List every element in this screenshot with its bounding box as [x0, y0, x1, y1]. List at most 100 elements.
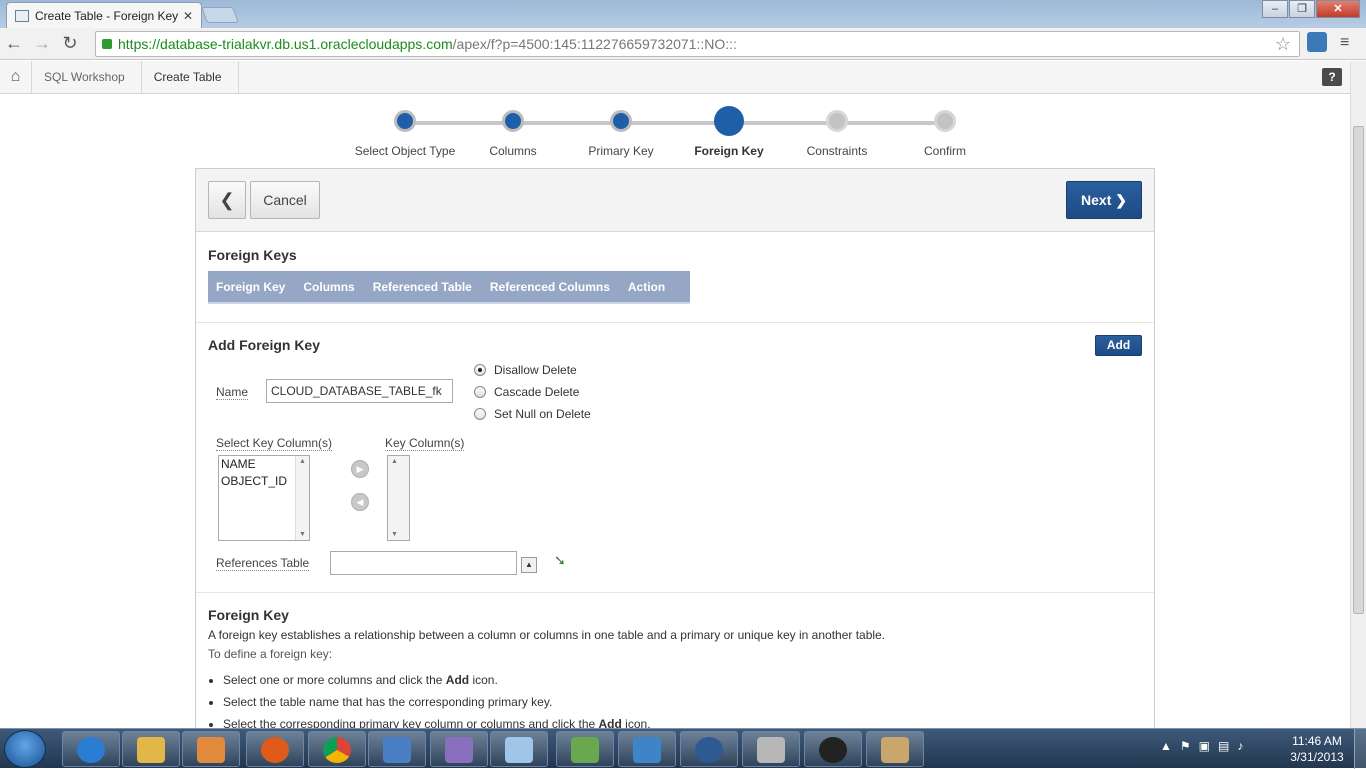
minimize-icon[interactable]: – — [1262, 0, 1288, 18]
column-header-foreign-key: Foreign Key — [216, 279, 286, 294]
home-icon[interactable]: ⌂ — [0, 60, 32, 94]
tray-expand-icon[interactable]: ▲ — [1160, 739, 1172, 753]
forward-arrow-icon[interactable]: → — [28, 33, 56, 54]
internet-explorer-icon[interactable] — [62, 731, 120, 767]
browser-tab-title: Create Table - Foreign Key — [35, 8, 179, 23]
window-close-icon[interactable]: ✕ — [1316, 0, 1360, 18]
listbox-scrollbar[interactable] — [295, 456, 309, 540]
window-controls: – ❐ ✕ — [1261, 0, 1360, 18]
clock-date: 3/31/2013 — [1290, 750, 1344, 764]
paint-icon[interactable] — [866, 731, 924, 767]
volume-icon[interactable]: ♪ — [1237, 739, 1243, 753]
fetch-columns-icon[interactable]: ➘ — [554, 552, 566, 569]
show-desktop-button[interactable] — [1354, 729, 1366, 769]
browser-menu-icon[interactable]: ≡ — [1340, 34, 1349, 52]
add-foreign-key-title: Add Foreign Key — [208, 337, 321, 353]
tab-close-icon[interactable]: ✕ — [183, 9, 193, 23]
listbox-scrollbar[interactable] — [388, 456, 409, 540]
action-center-icon[interactable]: ⚑ — [1180, 739, 1191, 753]
system-tray: ▲ ⚑ ▣ ▤ ♪ — [1160, 739, 1243, 753]
cascade-delete-radio[interactable]: Cascade Delete — [474, 385, 579, 399]
column-header-columns: Columns — [303, 279, 355, 294]
select-key-columns-listbox[interactable]: NAME OBJECT_ID — [218, 455, 310, 541]
step-label: Select Object Type — [354, 144, 456, 158]
fk-name-input[interactable] — [266, 379, 453, 403]
list-item: Select one or more columns and click the… — [223, 673, 651, 687]
wizard-step-foreign-key: Foreign Key — [674, 104, 784, 158]
breadcrumb-sql-workshop[interactable]: SQL Workshop — [32, 60, 142, 94]
previous-button[interactable]: ❮ — [208, 181, 246, 219]
pidgin-icon[interactable] — [430, 731, 488, 767]
taskbar-clock[interactable]: 11:46 AM 3/31/2013 — [1282, 733, 1352, 765]
add-foreign-key-button[interactable]: Add — [1095, 335, 1142, 356]
step-dot — [610, 110, 632, 132]
lov-popup-icon[interactable]: ▲ — [521, 557, 537, 573]
wizard-step-confirm: Confirm — [890, 104, 1000, 158]
browser-tab[interactable]: Create Table - Foreign Key ✕ — [6, 2, 202, 28]
radio-label: Set Null on Delete — [494, 407, 591, 421]
step-label: Constraints — [806, 144, 868, 158]
move-right-icon[interactable]: ▶ — [351, 460, 369, 478]
thunderbird-icon[interactable] — [680, 731, 738, 767]
foreign-keys-table-header: Foreign Key Columns Referenced Table Ref… — [208, 271, 690, 304]
step-label: Foreign Key — [694, 144, 764, 158]
set-null-on-delete-radio[interactable]: Set Null on Delete — [474, 407, 591, 421]
step-dot — [826, 110, 848, 132]
key-columns-listbox[interactable] — [387, 455, 410, 541]
step-label: Columns — [489, 144, 537, 158]
references-table-label: References Table — [216, 556, 310, 571]
step-dot — [714, 106, 744, 136]
help-intro: A foreign key establishes a relationship… — [208, 628, 886, 642]
wizard-panel: ❮ Cancel Next ❯ Foreign Keys Foreign Key… — [195, 168, 1155, 748]
wizard-step-constraints: Constraints — [782, 104, 892, 158]
step-label: Confirm — [923, 144, 966, 158]
spreadsheet-icon[interactable] — [618, 731, 676, 767]
media-player-icon[interactable] — [182, 731, 240, 767]
cancel-button[interactable]: Cancel — [250, 181, 320, 219]
name-label: Name — [216, 385, 249, 400]
pasteboard-icon[interactable] — [804, 731, 862, 767]
windows-start-icon[interactable] — [4, 730, 46, 768]
bookmark-star-icon[interactable]: ☆ — [1275, 34, 1291, 55]
url-host: database-trialakvr.db.us1.oraclecloudapp… — [160, 36, 453, 52]
page-scrollbar[interactable] — [1350, 61, 1366, 728]
network-tool-icon[interactable] — [368, 731, 426, 767]
next-button[interactable]: Next ❯ — [1066, 181, 1142, 219]
lock-icon — [102, 39, 112, 49]
list-item: Select the table name that has the corre… — [223, 695, 651, 709]
calculator-icon[interactable] — [742, 731, 800, 767]
new-tab-button[interactable] — [201, 7, 239, 23]
radio-selected-icon — [474, 364, 486, 376]
references-table-input[interactable] — [330, 551, 517, 575]
wizard-button-bar: ❮ Cancel Next ❯ — [196, 169, 1154, 232]
address-bar[interactable]: https://database-trialakvr.db.us1.oracle… — [95, 31, 1300, 57]
wizard-progress: Select Object Type Columns Primary Key F… — [350, 104, 970, 164]
wizard-step-select-object-type: Select Object Type — [350, 104, 460, 158]
disallow-delete-radio[interactable]: Disallow Delete — [474, 363, 577, 377]
help-subintro: To define a foreign key: — [208, 647, 333, 661]
back-arrow-icon[interactable]: ← — [0, 33, 28, 54]
chrome-icon[interactable] — [308, 731, 366, 767]
restore-icon[interactable]: ❐ — [1289, 0, 1315, 18]
url-scheme: https:// — [118, 36, 161, 52]
key-columns-label: Key Column(s) — [385, 436, 465, 451]
column-header-action: Action — [627, 279, 666, 294]
clock-time: 11:46 AM — [1292, 734, 1342, 748]
section-divider — [196, 592, 1154, 593]
column-header-referenced-table: Referenced Table — [372, 279, 472, 294]
windows-taskbar: ▲ ⚑ ▣ ▤ ♪ 11:46 AM 3/31/2013 — [0, 728, 1366, 769]
file-explorer-icon[interactable] — [122, 731, 180, 767]
help-button[interactable]: ? — [1322, 68, 1342, 86]
radio-label: Cascade Delete — [494, 385, 580, 399]
network-icon[interactable]: ▤ — [1218, 739, 1229, 753]
move-left-icon[interactable]: ◀ — [351, 493, 369, 511]
notepad-icon[interactable] — [490, 731, 548, 767]
firefox-icon[interactable] — [246, 731, 304, 767]
scrollbar-thumb[interactable] — [1353, 126, 1364, 614]
editor-icon[interactable] — [556, 731, 614, 767]
reload-icon[interactable]: ↻ — [56, 33, 84, 54]
device-icon[interactable]: ▣ — [1199, 739, 1210, 753]
step-label: Primary Key — [588, 144, 654, 158]
column-header-referenced-columns: Referenced Columns — [489, 279, 610, 294]
extension-icon[interactable] — [1307, 32, 1327, 52]
